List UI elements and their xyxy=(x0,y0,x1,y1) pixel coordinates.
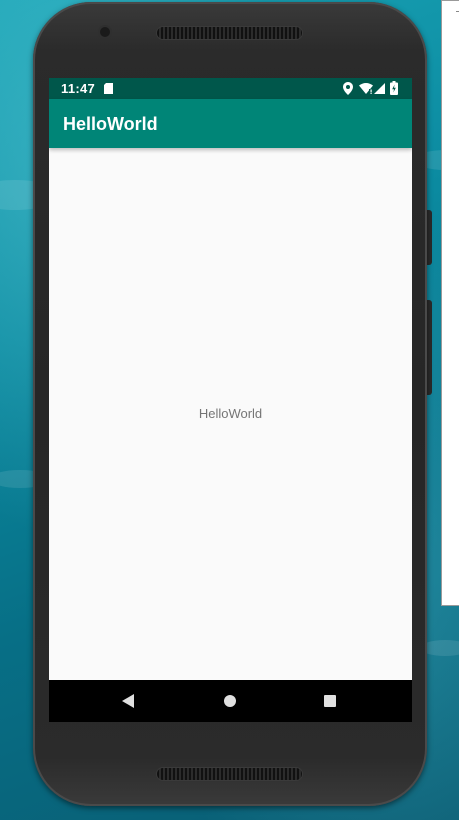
front-camera xyxy=(100,27,110,37)
recents-icon[interactable] xyxy=(324,695,336,707)
status-bar: 11:47 xyxy=(49,78,412,99)
top-speaker-grille xyxy=(157,27,302,39)
app-title: HelloWorld xyxy=(63,114,158,134)
status-time: 11:47 xyxy=(61,81,96,96)
cell-signal-icon xyxy=(374,83,385,94)
back-icon[interactable] xyxy=(122,694,134,708)
device-screen: 11:47 HelloWorld HelloWorld xyxy=(49,78,412,722)
desktop-background: 11:47 HelloWorld HelloWorld xyxy=(0,0,459,820)
main-content: HelloWorld xyxy=(49,148,412,680)
battery-charging-icon xyxy=(390,81,398,95)
home-icon[interactable] xyxy=(224,695,236,707)
bottom-speaker-grille xyxy=(157,768,302,780)
navigation-bar xyxy=(49,680,412,722)
power-button[interactable] xyxy=(427,210,432,265)
wifi-icon xyxy=(359,83,373,94)
sd-card-icon xyxy=(104,83,113,94)
background-window[interactable] xyxy=(441,0,459,606)
volume-button[interactable] xyxy=(427,300,432,395)
hello-text-view: HelloWorld xyxy=(198,406,263,421)
app-bar: HelloWorld xyxy=(49,99,412,148)
location-icon xyxy=(343,82,353,95)
